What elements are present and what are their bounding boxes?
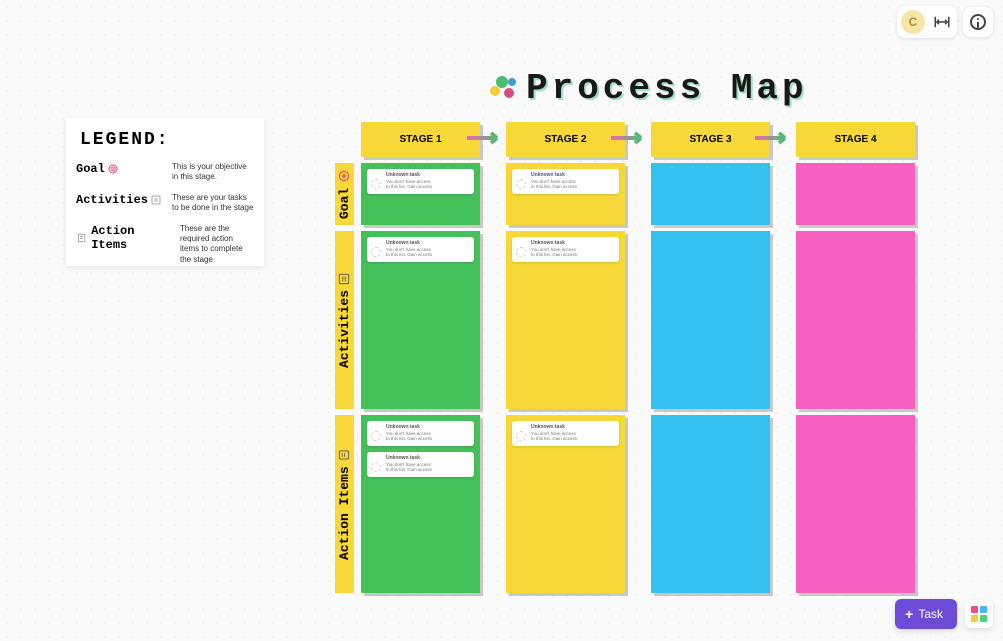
cell-action-stage2[interactable]: Unknown task You don't have access to th… (506, 415, 625, 593)
arrow-icon (467, 130, 507, 146)
gears-icon (490, 74, 520, 104)
toolbar-group-right (963, 7, 993, 37)
legend-desc-action: These are the required action items to c… (180, 224, 254, 266)
legend-desc-goal: This is your objective in this stage. (172, 162, 254, 183)
task-card[interactable]: Unknown task You don't have access to th… (512, 237, 619, 262)
note-icon (76, 232, 87, 244)
row-activities: Activities Unknown task You don't have a… (335, 231, 915, 409)
cell-goal-stage1[interactable]: Unknown task You don't have access to th… (361, 163, 480, 225)
top-toolbar: C (897, 6, 993, 38)
row-label-activities: Activities (335, 231, 354, 409)
legend-label-action: Action Items (76, 224, 172, 252)
cell-goal-stage2[interactable]: Unknown task You don't have access to th… (506, 163, 625, 225)
info-icon[interactable] (967, 11, 989, 33)
arrow-icon (611, 130, 651, 146)
task-card[interactable]: Unknown task You don't have access to th… (367, 452, 474, 477)
task-card[interactable]: Unknown task You don't have access to th… (367, 169, 474, 194)
cell-activities-stage2[interactable]: Unknown task You don't have access to th… (506, 231, 625, 409)
stage-header-2[interactable]: STAGE 2 (506, 122, 625, 157)
stage-header-1[interactable]: STAGE 1 (361, 122, 480, 157)
row-goal: Goal Unknown task You don't have access … (335, 163, 915, 225)
target-icon (107, 163, 119, 175)
stage-header-3[interactable]: STAGE 3 (651, 122, 770, 157)
legend-row-goal: Goal This is your objective in this stag… (76, 162, 254, 183)
legend-row-activities: Activities These are your tasks to be do… (76, 193, 254, 214)
note-icon (338, 448, 352, 462)
checklist-icon (150, 194, 162, 206)
page-title: Process Map (490, 68, 808, 109)
cell-goal-stage3[interactable] (651, 163, 770, 225)
cell-action-stage3[interactable] (651, 415, 770, 593)
stage-headers: STAGE 1 STAGE 2 STAGE 3 STAGE 4 (361, 122, 915, 157)
row-label-action-items: Action Items (335, 415, 354, 593)
avatar[interactable]: C (901, 10, 925, 34)
legend-title: LEGEND: (80, 130, 254, 150)
cell-activities-stage4[interactable] (796, 231, 915, 409)
stage-header-4[interactable]: STAGE 4 (796, 122, 915, 157)
toolbar-group-left: C (897, 6, 957, 38)
fit-width-icon[interactable] (931, 11, 953, 33)
cell-action-stage1[interactable]: Unknown task You don't have access to th… (361, 415, 480, 593)
legend-label-goal: Goal (76, 162, 164, 176)
task-card[interactable]: Unknown task You don't have access to th… (367, 421, 474, 446)
arrow-icon (755, 130, 795, 146)
task-card[interactable]: Unknown task You don't have access to th… (367, 237, 474, 262)
new-task-button[interactable]: + Task (895, 599, 957, 629)
bottom-toolbar: + Task (895, 599, 993, 629)
legend-label-activities: Activities (76, 193, 164, 207)
task-button-label: Task (918, 607, 943, 621)
task-card[interactable]: Unknown task You don't have access to th… (512, 421, 619, 446)
title-text: Process Map (526, 68, 808, 109)
cell-activities-stage1[interactable]: Unknown task You don't have access to th… (361, 231, 480, 409)
cell-activities-stage3[interactable] (651, 231, 770, 409)
row-label-goal: Goal (335, 163, 354, 225)
row-action-items: Action Items Unknown task You don't have… (335, 415, 915, 593)
legend-panel: LEGEND: Goal This is your objective in t… (66, 118, 264, 266)
legend-row-action: Action Items These are the required acti… (76, 224, 254, 266)
process-board: STAGE 1 STAGE 2 STAGE 3 STAGE 4 Goal Unk… (335, 122, 915, 599)
apps-button[interactable] (965, 600, 993, 628)
legend-desc-activities: These are your tasks to be done in the s… (172, 193, 254, 214)
cell-action-stage4[interactable] (796, 415, 915, 593)
task-card[interactable]: Unknown task You don't have access to th… (512, 169, 619, 194)
checklist-icon (338, 272, 352, 286)
cell-goal-stage4[interactable] (796, 163, 915, 225)
target-icon (338, 169, 352, 183)
plus-icon: + (905, 606, 913, 622)
